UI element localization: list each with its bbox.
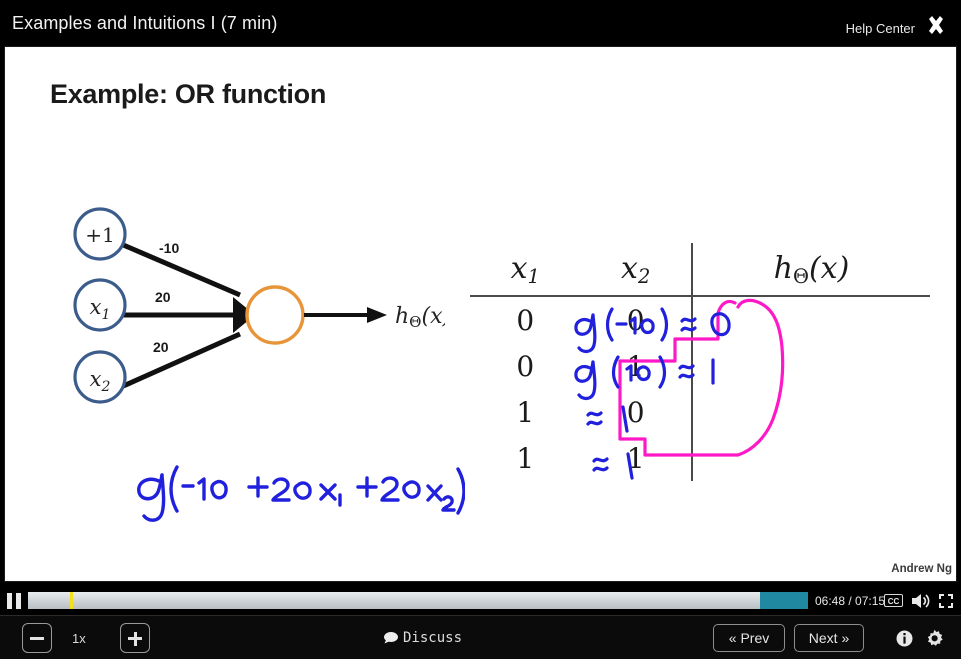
edge-weight-x2: 20	[153, 339, 169, 355]
table-header-row: x1 x2 hΘ(x)	[470, 243, 930, 297]
cell-x1: 1	[516, 441, 535, 475]
progress-bar[interactable]	[28, 592, 808, 609]
edge-weight-bias: -10	[159, 240, 179, 256]
plus-icon-vertical	[133, 631, 137, 646]
cell-x1: 0	[516, 349, 535, 383]
edge-x2-to-output	[119, 331, 242, 390]
progress-buffer	[760, 592, 808, 609]
table-row: 1 0	[470, 389, 930, 435]
cc-button[interactable]: CC	[884, 594, 903, 607]
table-row: 0 1	[470, 343, 930, 389]
progress-played	[28, 592, 760, 609]
handwritten-formula	[125, 459, 466, 536]
progress-marker	[70, 592, 73, 609]
table-header-x2: x2	[580, 243, 691, 297]
cell-h	[693, 343, 930, 389]
table-row: 1 1	[470, 435, 930, 481]
arrowhead-output	[367, 307, 387, 323]
edge-weight-x1: 20	[155, 289, 171, 305]
cell-h	[693, 389, 930, 435]
bottom-toolbar: 1x Discuss « Prev Next »	[0, 615, 961, 659]
speed-increase-button[interactable]	[120, 623, 150, 653]
fullscreen-icon[interactable]	[938, 593, 954, 609]
table-row: 0 0	[470, 296, 930, 343]
speech-bubble-icon	[383, 631, 399, 648]
cell-x1: 1	[516, 395, 535, 429]
player-progress-row: 06:48 / 07:15 CC	[0, 587, 961, 615]
discuss-label: Discuss	[403, 630, 463, 646]
gear-icon[interactable]	[925, 629, 944, 648]
time-display: 06:48 / 07:15	[815, 594, 886, 608]
bias-node-label: +1	[85, 223, 114, 247]
pause-button[interactable]	[5, 592, 23, 610]
slide-canvas: Example: OR function +1 x1 x2 hΘ(x -10 2…	[4, 46, 957, 582]
slide-title: Example: OR function	[50, 79, 327, 109]
prev-button[interactable]: « Prev	[713, 624, 785, 652]
speed-decrease-button[interactable]	[22, 623, 52, 653]
cell-x2: 0	[626, 303, 645, 337]
next-button[interactable]: Next »	[794, 624, 864, 652]
discuss-button[interactable]: Discuss	[383, 630, 462, 648]
neural-network-diagram: +1 x1 x2 hΘ(x) -10 20 20	[45, 197, 451, 452]
playback-speed-label: 1x	[72, 631, 86, 646]
cell-x2: 1	[626, 441, 645, 475]
title-bar: Examples and Intuitions I (7 min) Help C…	[0, 0, 961, 48]
edge-bias-to-output	[120, 241, 241, 298]
truth-table: x1 x2 hΘ(x) 0 0 0 1 1 0 1 1	[470, 243, 930, 481]
table-header-h: hΘ(x)	[692, 243, 930, 297]
cell-x2: 0	[626, 395, 645, 429]
cell-x2: 1	[626, 349, 645, 383]
info-icon[interactable]	[896, 630, 913, 647]
cell-x1: 0	[516, 303, 535, 337]
lecture-title: Examples and Intuitions I (7 min)	[12, 13, 278, 33]
volume-icon[interactable]	[910, 592, 930, 610]
cell-h	[693, 435, 930, 481]
cell-h	[693, 296, 930, 343]
output-node	[245, 285, 305, 345]
close-icon[interactable]	[925, 14, 947, 36]
table-header-x1: x1	[470, 243, 581, 297]
help-center-link[interactable]: Help Center	[846, 21, 915, 36]
output-label: hΘ(x)	[395, 304, 445, 331]
slide-author: Andrew Ng	[891, 563, 952, 575]
video-lecture-player: Examples and Intuitions I (7 min) Help C…	[0, 0, 961, 659]
minus-icon	[30, 637, 44, 640]
